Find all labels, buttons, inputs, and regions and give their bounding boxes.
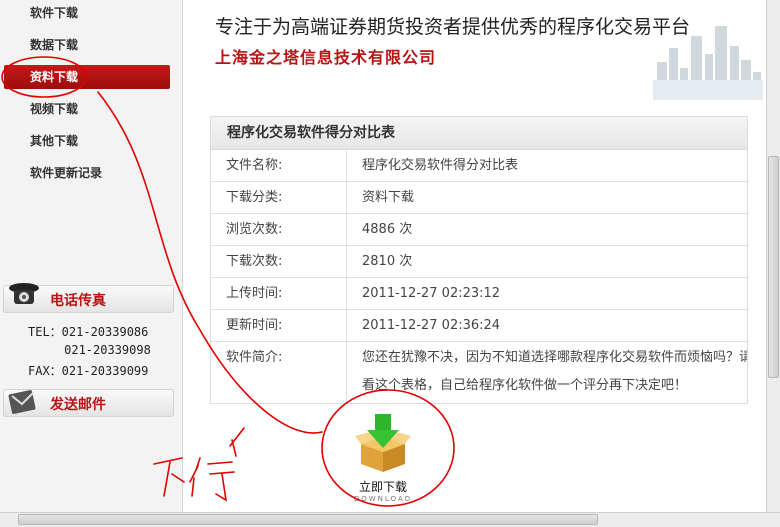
- download-sublabel: DOWNLOAD: [353, 495, 413, 503]
- tel-line-2: 021-20339098: [28, 343, 151, 357]
- row-label: 下载分类:: [211, 182, 347, 213]
- company-name: 上海金之塔信息技术有限公司: [215, 48, 437, 67]
- row-value: 2011-12-27 02:23:12: [362, 286, 501, 301]
- row-value: 资料下载: [362, 190, 415, 205]
- download-box-icon: [355, 414, 411, 472]
- send-mail-box[interactable]: 发送邮件: [3, 389, 174, 417]
- row-label: 更新时间:: [211, 310, 347, 341]
- row-label: 文件名称:: [211, 150, 347, 181]
- sidebar-item-data-download[interactable]: 数据下载: [4, 33, 170, 57]
- phone-fax-title: 电话传真: [50, 293, 106, 309]
- table-row: 浏览次数: 4886 次: [211, 214, 747, 246]
- download-label: 立即下载: [358, 480, 407, 494]
- table-row: 下载次数: 2810 次: [211, 246, 747, 278]
- row-label: 上传时间:: [211, 278, 347, 309]
- vertical-scrollbar[interactable]: [766, 0, 780, 512]
- table-row: 下载分类: 资料下载: [211, 182, 747, 214]
- sidebar-item-video-download[interactable]: 视频下载: [4, 97, 170, 121]
- row-value: 2810 次: [362, 254, 413, 269]
- row-label: 软件简介:: [211, 342, 347, 403]
- tel-line: TEL：021-20339086: [28, 325, 149, 339]
- sidebar-item-software-download[interactable]: 软件下载: [4, 1, 170, 25]
- row-value: 4886 次: [362, 222, 413, 237]
- table-title: 程序化交易软件得分对比表: [211, 117, 747, 150]
- header-slogan: 专注于为高端证券期货投资者提供优秀的程序化交易平台: [215, 16, 691, 38]
- sidebar-item-other-download[interactable]: 其他下载: [4, 129, 170, 153]
- table-row: 上传时间: 2011-12-27 02:23:12: [211, 278, 747, 310]
- sidebar-item-document-download[interactable]: 资料下载: [4, 65, 170, 89]
- table-row: 软件简介: 您还在犹豫不决，因为不知道选择哪款程序化交易软件而烦恼吗？请看这个表…: [211, 342, 748, 403]
- sidebar: 软件下载 数据下载 资料下载 视频下载 其他下载 软件更新记录 电话传真 TEL…: [0, 0, 183, 512]
- row-label: 下载次数:: [211, 246, 347, 277]
- mail-icon: [6, 384, 42, 420]
- sidebar-item-update-log[interactable]: 软件更新记录: [4, 161, 170, 185]
- row-value: 2011-12-27 02:36:24: [362, 318, 501, 333]
- phone-fax-box: 电话传真: [3, 283, 174, 313]
- fax-line: FAX：021-20339099: [28, 364, 149, 378]
- table-row: 更新时间: 2011-12-27 02:36:24: [211, 310, 747, 342]
- vertical-scroll-thumb[interactable]: [768, 156, 779, 378]
- download-button[interactable]: 立即下载 DOWNLOAD: [351, 410, 415, 503]
- horizontal-scrollbar[interactable]: [0, 512, 780, 527]
- file-detail-table: 程序化交易软件得分对比表 文件名称: 程序化交易软件得分对比表 下载分类: 资料…: [210, 116, 748, 404]
- row-value: 您还在犹豫不决，因为不知道选择哪款程序化交易软件而烦恼吗？请看这个表格，自己给程…: [362, 350, 748, 393]
- main-content: 专注于为高端证券期货投资者提供优秀的程序化交易平台 上海金之塔信息技术有限公司 …: [183, 0, 766, 512]
- send-mail-title: 发送邮件: [50, 397, 106, 413]
- horizontal-scroll-thumb[interactable]: [18, 514, 598, 525]
- city-skyline-image: [653, 26, 763, 100]
- table-row: 文件名称: 程序化交易软件得分对比表: [211, 150, 747, 182]
- row-value: 程序化交易软件得分对比表: [362, 158, 519, 173]
- row-label: 浏览次数:: [211, 214, 347, 245]
- telephone-icon: [6, 280, 42, 316]
